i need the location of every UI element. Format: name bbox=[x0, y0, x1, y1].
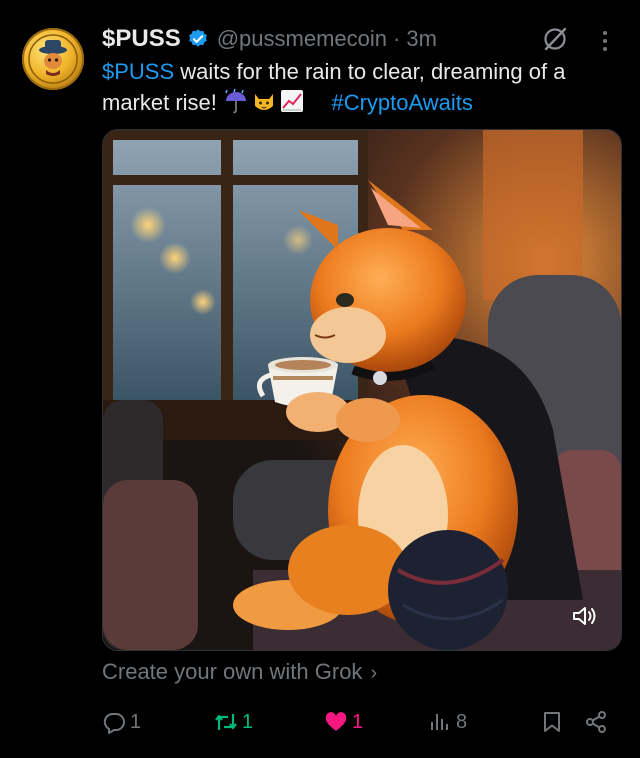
post-header: $PUSS @pussmemecoin · 3m bbox=[102, 22, 437, 56]
handle[interactable]: @pussmemecoin bbox=[217, 26, 387, 52]
repost-count: 1 bbox=[242, 710, 254, 733]
bookmark-button[interactable] bbox=[540, 705, 564, 739]
share-button[interactable] bbox=[584, 705, 608, 739]
share-icon bbox=[586, 711, 606, 733]
post-text: $PUSS waits for the rain to clear, dream… bbox=[102, 56, 622, 118]
avatar[interactable] bbox=[22, 28, 84, 90]
action-bar: 1 1 1 8 bbox=[102, 705, 620, 739]
cat-tea-image bbox=[103, 130, 621, 650]
verified-badge-icon bbox=[188, 29, 207, 47]
repost-icon bbox=[215, 714, 237, 730]
views-chart-icon bbox=[431, 714, 448, 730]
more-options-icon[interactable] bbox=[598, 28, 612, 54]
repost-button[interactable]: 1 bbox=[214, 705, 253, 739]
like-button[interactable]: 1 bbox=[324, 705, 363, 739]
display-name[interactable]: $PUSS bbox=[102, 25, 181, 53]
chart-increasing-icon bbox=[281, 90, 304, 112]
like-count: 1 bbox=[352, 710, 364, 733]
chevron-right-icon: › bbox=[370, 662, 378, 684]
reply-count: 1 bbox=[130, 710, 142, 733]
grok-icon[interactable] bbox=[541, 25, 569, 53]
create-with-grok-label: Create your own with Grok bbox=[102, 659, 363, 684]
separator-dot: · bbox=[393, 26, 401, 51]
umbrella-with-rain-icon bbox=[225, 88, 247, 114]
view-count: 8 bbox=[456, 710, 468, 733]
cashtag-link[interactable]: $PUSS bbox=[102, 59, 174, 84]
post-media[interactable] bbox=[102, 129, 622, 651]
reply-icon bbox=[103, 713, 125, 734]
hashtag-link[interactable]: #CryptoAwaits bbox=[331, 90, 472, 115]
bookmark-icon bbox=[544, 712, 560, 732]
speaker-icon[interactable] bbox=[571, 604, 599, 628]
reply-button[interactable]: 1 bbox=[102, 705, 141, 739]
views-button[interactable]: 8 bbox=[428, 705, 467, 739]
post-time[interactable]: 3m bbox=[406, 26, 437, 52]
puss-coin-logo-icon bbox=[28, 34, 78, 84]
cat-face-icon bbox=[255, 94, 274, 110]
create-with-grok-link[interactable]: Create your own with Grok › bbox=[102, 656, 377, 688]
heart-icon bbox=[325, 712, 347, 731]
